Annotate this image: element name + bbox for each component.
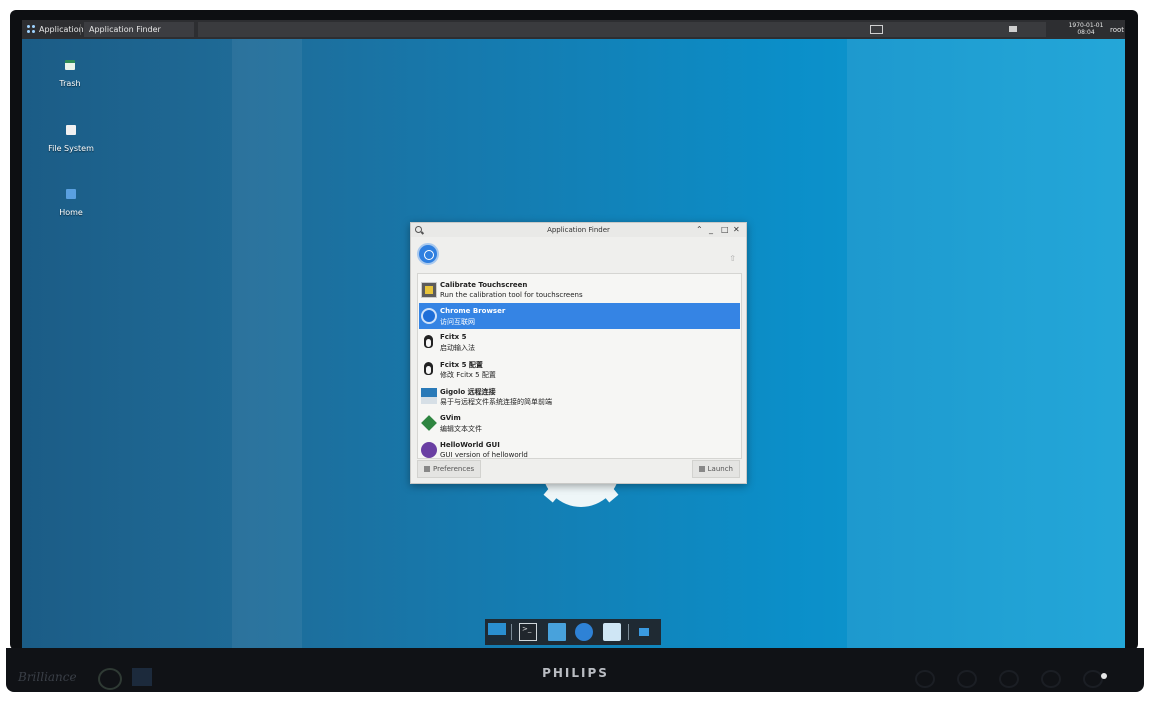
item-name: Fcitx 5 配置 xyxy=(440,361,483,369)
wallpaper-band xyxy=(847,39,1125,648)
drive-icon xyxy=(66,125,76,135)
file-manager-icon[interactable] xyxy=(548,623,566,641)
item-description: GUI version of helloworld xyxy=(440,451,528,459)
gigolo-icon xyxy=(421,388,437,404)
item-description: 易于与远程文件系统连接的简单前端 xyxy=(440,398,552,406)
keyboard-icon[interactable] xyxy=(1009,26,1017,32)
desktop-icon-label: File System xyxy=(48,144,94,153)
shade-window-button[interactable]: ⌃ xyxy=(696,225,703,234)
item-name: Chrome Browser xyxy=(440,307,506,315)
list-item[interactable]: Calibrate Touchscreen Run the calibratio… xyxy=(419,277,740,303)
list-item[interactable]: HelloWorld GUI GUI version of helloworld xyxy=(419,437,740,459)
monitor-button-icon[interactable] xyxy=(915,670,935,688)
desktop-icon-label: Trash xyxy=(59,79,81,88)
desktop-icon-label: Home xyxy=(59,208,83,217)
application-list[interactable]: Calibrate Touchscreen Run the calibratio… xyxy=(417,273,742,459)
show-desktop-icon[interactable] xyxy=(488,623,506,641)
launch-label: Launch xyxy=(707,465,733,473)
clock-time: 08:04 xyxy=(1077,29,1095,36)
preferences-icon xyxy=(424,466,430,472)
monitor-button-icon[interactable] xyxy=(1083,670,1103,688)
top-panel: Applications Application Finder 1970-01-… xyxy=(22,20,1125,39)
app-finder-search-icon[interactable] xyxy=(603,623,621,641)
dock-separator xyxy=(628,624,629,640)
list-item[interactable]: Gigolo 远程连接 易于与远程文件系统连接的简单前端 xyxy=(419,383,740,409)
preferences-button[interactable]: Preferences xyxy=(417,460,482,478)
list-item[interactable]: Fcitx 5 配置 修改 Fcitx 5 配置 xyxy=(419,356,740,382)
fcitx-config-penguin-icon xyxy=(421,361,437,377)
minimize-window-button[interactable]: _ xyxy=(709,225,713,234)
item-description: Run the calibration tool for touchscreen… xyxy=(440,291,583,299)
panel-clock[interactable]: 1970-01-01 08:04 xyxy=(1068,22,1104,36)
chrome-icon xyxy=(417,243,439,265)
taskbar-button-label: Application Finder xyxy=(89,25,161,34)
item-description: 编辑文本文件 xyxy=(440,425,482,433)
trash-icon xyxy=(65,60,75,70)
preferences-label: Preferences xyxy=(433,465,475,473)
monitor-button-icon[interactable] xyxy=(999,670,1019,688)
taskbar-button-application-finder[interactable]: Application Finder xyxy=(84,22,194,37)
monitor-buttons xyxy=(915,670,1103,688)
web-browser-icon[interactable] xyxy=(575,623,593,641)
desktop-icon-file-system[interactable]: File System xyxy=(31,125,111,153)
desktop-icon-home[interactable]: Home xyxy=(31,189,111,217)
gvim-icon xyxy=(421,415,437,431)
show-desktop-icon[interactable] xyxy=(870,25,883,34)
list-item[interactable]: GVim 编辑文本文件 xyxy=(419,410,740,436)
panel-separator xyxy=(80,24,81,35)
fcitx-penguin-icon xyxy=(421,334,437,350)
monitor-button-icon[interactable] xyxy=(1041,670,1061,688)
list-item[interactable]: Fcitx 5 启动输入法 xyxy=(419,329,740,355)
clock-date: 1970-01-01 xyxy=(1068,22,1104,29)
item-description: 修改 Fcitx 5 配置 xyxy=(440,371,496,379)
monitor-button-icon[interactable] xyxy=(957,670,977,688)
item-name: Calibrate Touchscreen xyxy=(440,281,528,289)
wallpaper-band xyxy=(232,39,302,648)
power-led-icon xyxy=(1101,673,1107,679)
chrome-icon xyxy=(421,308,437,324)
launch-icon xyxy=(698,466,705,472)
list-item-selected[interactable]: Chrome Browser 访问互联网 xyxy=(419,303,740,329)
dialog-button-bar: Preferences Launch xyxy=(417,460,740,478)
close-window-button[interactable]: ✕ xyxy=(733,225,740,234)
item-description: 访问互联网 xyxy=(440,318,475,326)
applications-menu-icon xyxy=(27,25,36,34)
item-name: HelloWorld GUI xyxy=(440,441,500,449)
search-input[interactable] xyxy=(445,251,737,265)
terminal-icon[interactable]: >_ xyxy=(519,623,537,641)
launch-button[interactable]: Launch xyxy=(691,460,740,478)
item-name: GVim xyxy=(440,414,461,422)
clear-search-icon[interactable]: ⇧ xyxy=(729,254,736,263)
dock: >_ xyxy=(485,619,661,645)
helloworld-icon xyxy=(421,442,437,458)
application-finder-window: Application Finder ⌃ _ □ ✕ ⇧ Calibrate T… xyxy=(410,222,747,484)
item-name: Gigolo 远程连接 xyxy=(440,388,496,396)
home-folder-icon xyxy=(66,189,76,199)
screen: Applications Application Finder 1970-01-… xyxy=(22,20,1125,648)
calibrate-icon xyxy=(421,282,437,298)
dock-separator xyxy=(511,624,512,640)
tasklist-area xyxy=(198,22,1046,37)
panel-user[interactable]: root xyxy=(1110,26,1124,34)
item-description: 启动输入法 xyxy=(440,344,475,352)
window-title-bar[interactable]: Application Finder ⌃ _ □ ✕ xyxy=(411,223,746,237)
desktop-icon-trash[interactable]: Trash xyxy=(30,60,110,88)
folder-icon[interactable] xyxy=(639,628,649,636)
maximize-window-button[interactable]: □ xyxy=(721,225,729,234)
item-name: Fcitx 5 xyxy=(440,333,467,341)
search-row: ⇧ xyxy=(415,241,742,269)
